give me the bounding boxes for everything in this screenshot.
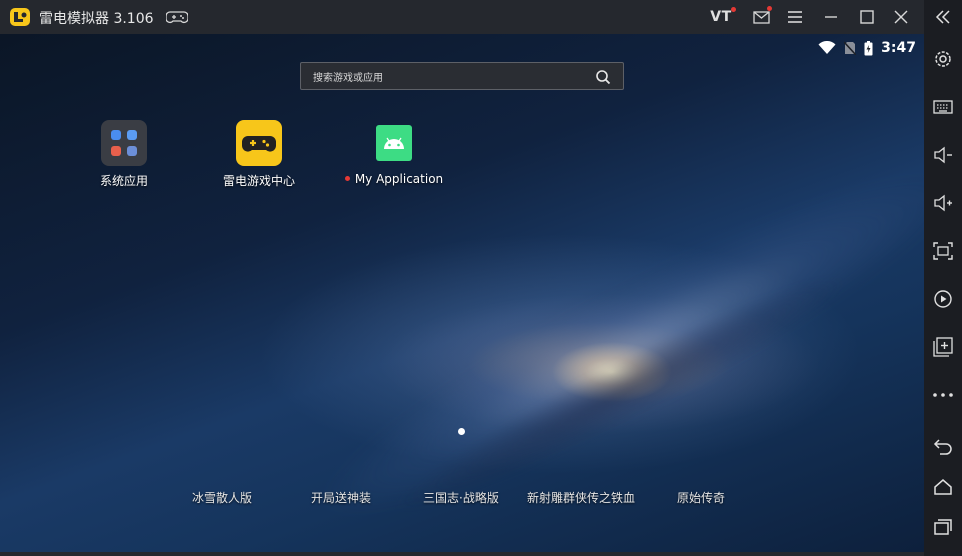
- add-window-button[interactable]: [924, 332, 962, 362]
- android-screen[interactable]: 3:47 搜索游戏或应用 系统应用 雷电游戏中心 My Application …: [0, 34, 924, 552]
- app-title: 雷电模拟器 3.106: [39, 11, 154, 27]
- volume-down-icon: [934, 146, 952, 164]
- home-button[interactable]: [924, 472, 962, 502]
- screenshot-icon: [933, 242, 953, 260]
- ldplayer-logo-icon: [10, 8, 30, 26]
- app-label: 系统应用: [99, 174, 148, 188]
- recents-icon: [934, 519, 952, 535]
- search-icon[interactable]: [595, 69, 611, 85]
- menu-icon: [788, 11, 802, 23]
- game-link[interactable]: 三国志·战略版: [423, 489, 499, 506]
- vt-button[interactable]: VT: [706, 6, 736, 28]
- title-bar: 雷电模拟器 3.106 VT: [0, 0, 924, 34]
- record-icon: [934, 290, 952, 308]
- collapse-toolbar-button[interactable]: [924, 2, 962, 32]
- vt-notification-dot: [731, 7, 736, 12]
- game-link[interactable]: 原始传奇: [677, 489, 725, 506]
- keyboard-button[interactable]: [924, 92, 962, 122]
- back-button[interactable]: [924, 432, 962, 462]
- battery-charging-icon: [864, 40, 873, 55]
- app-system-apps[interactable]: 系统应用: [69, 120, 179, 189]
- app-game-center[interactable]: 雷电游戏中心: [204, 120, 314, 189]
- vt-label: VT: [710, 9, 732, 25]
- more-button[interactable]: [924, 380, 962, 410]
- settings-button[interactable]: [924, 44, 962, 74]
- back-icon: [933, 439, 952, 455]
- app-my-application[interactable]: My Application: [339, 120, 449, 186]
- maximize-icon: [860, 10, 874, 24]
- screenshot-button[interactable]: [924, 236, 962, 266]
- app-label-row: My Application: [339, 172, 449, 186]
- app-label: My Application: [354, 172, 444, 186]
- bottom-border: [0, 552, 924, 556]
- more-icon: [933, 393, 953, 397]
- app-label: 雷电游戏中心: [222, 174, 295, 188]
- gamepad-icon[interactable]: [166, 9, 188, 25]
- game-link[interactable]: 冰雪散人版: [192, 489, 252, 506]
- game-center-icon: [236, 120, 282, 166]
- right-toolbar: [924, 0, 962, 556]
- close-button[interactable]: [890, 6, 912, 28]
- search-placeholder: 搜索游戏或应用: [313, 73, 383, 84]
- home-icon: [934, 479, 952, 495]
- maximize-button[interactable]: [856, 6, 878, 28]
- menu-button[interactable]: [784, 6, 806, 28]
- recommended-games: 冰雪散人版 开局送神装 三国志·战略版 新射雕群侠传之铁血 原始传奇: [0, 489, 924, 507]
- mail-icon: [753, 11, 770, 24]
- mail-button[interactable]: [750, 6, 774, 28]
- wifi-icon: [818, 41, 836, 54]
- settings-icon: [935, 51, 951, 67]
- add-window-icon: [933, 337, 953, 357]
- game-link[interactable]: 新射雕群侠传之铁血: [527, 489, 635, 506]
- mail-notification-dot: [767, 6, 772, 11]
- search-input[interactable]: 搜索游戏或应用: [300, 62, 624, 90]
- recents-button[interactable]: [924, 512, 962, 542]
- minimize-icon: [825, 16, 837, 18]
- status-bar: 3:47: [818, 38, 916, 58]
- android-icon: [371, 120, 417, 166]
- system-apps-folder-icon: [101, 120, 147, 166]
- new-app-dot: [344, 176, 350, 181]
- record-button[interactable]: [924, 284, 962, 314]
- keyboard-icon: [933, 100, 953, 114]
- game-link[interactable]: 开局送神装: [311, 489, 371, 506]
- no-sim-icon: [844, 41, 857, 55]
- collapse-icon: [935, 10, 950, 24]
- volume-up-icon: [934, 194, 952, 212]
- page-indicator-dot[interactable]: [458, 428, 465, 435]
- volume-down-button[interactable]: [924, 140, 962, 170]
- clock: 3:47: [881, 40, 916, 56]
- volume-up-button[interactable]: [924, 188, 962, 218]
- minimize-button[interactable]: [820, 6, 842, 28]
- close-icon: [894, 10, 908, 24]
